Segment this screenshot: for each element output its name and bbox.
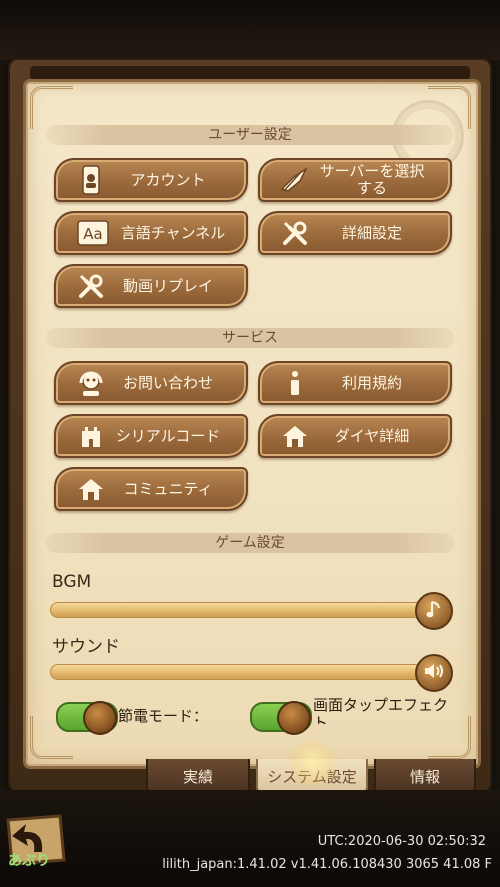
- phone-icon: [74, 163, 108, 197]
- tap-sparkle-effect: [288, 738, 338, 788]
- frame-top-band: [30, 66, 470, 80]
- toggle-knob: [277, 701, 311, 735]
- tap-effect-label: 画面タップエフェクト: [313, 696, 449, 724]
- tap-effect-toggle[interactable]: [250, 701, 312, 735]
- back-label: あぶり: [8, 853, 50, 869]
- contact-label: お問い合わせ: [122, 373, 213, 392]
- home-icon: [74, 472, 108, 506]
- castle-icon: [74, 419, 108, 453]
- tools-icon: [74, 269, 108, 303]
- back-button[interactable]: [2, 812, 70, 882]
- bgm-slider-handle[interactable]: [415, 592, 453, 630]
- music-note-icon: [425, 599, 443, 623]
- language-icon: Aa: [76, 216, 110, 250]
- section-title-user: ユーザー設定: [46, 125, 454, 145]
- diamond-details-label: ダイヤ詳細: [334, 426, 410, 445]
- serial-code-label: シリアルコード: [115, 426, 221, 445]
- contact-button[interactable]: お問い合わせ: [54, 361, 248, 405]
- community-button[interactable]: コミュニティ: [54, 467, 248, 511]
- support-agent-icon: [74, 366, 108, 400]
- language-channel-label: 言語チャンネル: [120, 223, 226, 242]
- svg-text:Aa: Aa: [83, 225, 102, 243]
- bgm-label: BGM: [52, 572, 92, 592]
- serial-code-button[interactable]: シリアルコード: [54, 414, 248, 458]
- section-title-game: ゲーム設定: [46, 533, 454, 553]
- back-arrow-icon: [6, 814, 66, 866]
- speaker-icon: [423, 661, 445, 685]
- select-server-label: サーバーを選択する: [319, 162, 425, 197]
- detail-settings-button[interactable]: 詳細設定: [258, 211, 452, 255]
- section-title-service: サービス: [46, 328, 454, 348]
- diamond-details-button[interactable]: ダイヤ詳細: [258, 414, 452, 458]
- video-replay-button[interactable]: 動画リプレイ: [54, 264, 248, 308]
- info-icon: [278, 366, 312, 400]
- terms-button[interactable]: 利用規約: [258, 361, 452, 405]
- tools-icon: [278, 216, 312, 250]
- bgm-slider[interactable]: [50, 602, 432, 618]
- power-save-label: 節電モード：: [118, 707, 209, 725]
- sound-label: サウンド: [52, 637, 120, 657]
- community-label: コミュニティ: [123, 479, 213, 498]
- sound-slider[interactable]: [50, 664, 432, 680]
- quill-icon: [278, 163, 312, 197]
- version-info: lilith_japan:1.41.02 v1.41.06.108430 306…: [162, 857, 492, 872]
- toggle-knob: [83, 701, 117, 735]
- power-save-toggle[interactable]: [56, 701, 118, 735]
- video-replay-label: 動画リプレイ: [122, 276, 213, 295]
- sound-slider-handle[interactable]: [415, 654, 453, 692]
- account-button[interactable]: アカウント: [54, 158, 248, 202]
- home-icon: [278, 419, 312, 453]
- top-background: [0, 0, 500, 60]
- terms-label: 利用規約: [341, 373, 402, 392]
- select-server-button[interactable]: サーバーを選択する: [258, 158, 452, 202]
- account-label: アカウント: [130, 170, 206, 189]
- utc-timestamp: UTC:2020-06-30 02:50:32: [317, 834, 486, 849]
- corner-ornament: [30, 86, 73, 129]
- detail-settings-label: 詳細設定: [341, 223, 402, 242]
- language-channel-button[interactable]: Aa 言語チャンネル: [54, 211, 248, 255]
